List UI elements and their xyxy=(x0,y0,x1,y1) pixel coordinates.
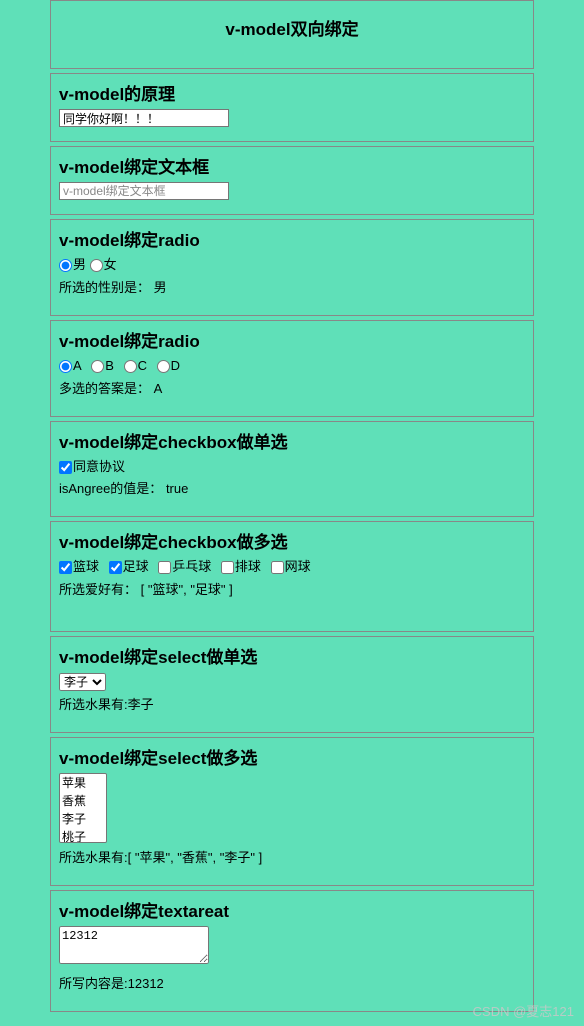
section-textarea: v-model绑定textareat 所写内容是:12312 xyxy=(50,890,534,1012)
label-c: C xyxy=(138,358,147,373)
agree-result-label: isAngree的值是： xyxy=(59,481,162,496)
radio-male[interactable] xyxy=(59,259,72,272)
option-peach[interactable]: 桃子 xyxy=(60,828,106,843)
fruit-single-label: 所选水果有: xyxy=(59,697,128,712)
textbox-input[interactable] xyxy=(59,182,229,200)
label-b: B xyxy=(105,358,114,373)
hobby-result-value: [ "篮球", "足球" ] xyxy=(141,582,233,597)
label-female: 女 xyxy=(104,257,117,272)
checkbox-tennis[interactable] xyxy=(271,561,284,574)
textarea-result-label: 所写内容是: xyxy=(59,976,128,991)
select-fruit-single[interactable]: 李子 xyxy=(59,673,106,691)
hobby-result-label: 所选爱好有： xyxy=(59,582,137,597)
label-football: 足球 xyxy=(123,559,149,574)
section-checkbox-multi: v-model绑定checkbox做多选 篮球 足球 乒乓球 排球 网球 所选爱… xyxy=(50,521,534,632)
select-fruit-multi[interactable]: 苹果 香蕉 李子 桃子 xyxy=(59,773,107,843)
heading-checkbox-multi: v-model绑定checkbox做多选 xyxy=(59,528,525,553)
gender-result-label: 所选的性别是： xyxy=(59,280,150,295)
label-tennis: 网球 xyxy=(285,559,311,574)
radio-d[interactable] xyxy=(157,360,170,373)
section-principle: v-model的原理 xyxy=(50,73,534,142)
heading-radio-answer: v-model绑定radio xyxy=(59,327,525,352)
textarea-input[interactable] xyxy=(59,926,209,964)
section-select-multi: v-model绑定select做多选 苹果 香蕉 李子 桃子 所选水果有:[ "… xyxy=(50,737,534,887)
checkbox-pingpong[interactable] xyxy=(158,561,171,574)
principle-input[interactable] xyxy=(59,109,229,127)
heading-select-multi: v-model绑定select做多选 xyxy=(59,744,525,769)
textarea-result-value: 12312 xyxy=(128,976,164,991)
label-d: D xyxy=(171,358,180,373)
page-title: v-model双向绑定 xyxy=(50,0,534,69)
label-agree: 同意协议 xyxy=(73,459,125,474)
heading-select-single: v-model绑定select做单选 xyxy=(59,643,525,668)
radio-a[interactable] xyxy=(59,360,72,373)
radio-b[interactable] xyxy=(91,360,104,373)
checkbox-volleyball[interactable] xyxy=(221,561,234,574)
option-banana[interactable]: 香蕉 xyxy=(60,792,106,810)
option-apple[interactable]: 苹果 xyxy=(60,774,106,792)
section-radio-answer: v-model绑定radio A B C D 多选的答案是： A xyxy=(50,320,534,417)
watermark: CSDN @夏志121 xyxy=(473,1001,574,1020)
heading-checkbox-single: v-model绑定checkbox做单选 xyxy=(59,428,525,453)
option-plum[interactable]: 李子 xyxy=(60,810,106,828)
checkbox-agree[interactable] xyxy=(59,461,72,474)
fruit-single-value: 李子 xyxy=(128,697,154,712)
heading-textbox: v-model绑定文本框 xyxy=(59,153,525,178)
heading-principle: v-model的原理 xyxy=(59,80,525,105)
heading-textarea: v-model绑定textareat xyxy=(59,897,525,922)
radio-female[interactable] xyxy=(90,259,103,272)
fruit-multi-label: 所选水果有: xyxy=(59,850,128,865)
label-volleyball: 排球 xyxy=(235,559,261,574)
section-radio-gender: v-model绑定radio 男 女 所选的性别是： 男 xyxy=(50,219,534,316)
gender-result-value: 男 xyxy=(154,280,167,295)
section-checkbox-single: v-model绑定checkbox做单选 同意协议 isAngree的值是： t… xyxy=(50,421,534,518)
section-textbox: v-model绑定文本框 xyxy=(50,146,534,215)
radio-c[interactable] xyxy=(124,360,137,373)
fruit-multi-value: [ "苹果", "香蕉", "李子" ] xyxy=(128,850,263,865)
agree-result-value: true xyxy=(166,481,188,496)
checkbox-basketball[interactable] xyxy=(59,561,72,574)
section-select-single: v-model绑定select做单选 李子 所选水果有:李子 xyxy=(50,636,534,733)
label-a: A xyxy=(73,358,82,373)
answer-result-label: 多选的答案是： xyxy=(59,381,150,396)
label-pingpong: 乒乓球 xyxy=(172,559,211,574)
checkbox-football[interactable] xyxy=(109,561,122,574)
label-basketball: 篮球 xyxy=(73,559,99,574)
label-male: 男 xyxy=(73,257,86,272)
heading-radio-gender: v-model绑定radio xyxy=(59,226,525,251)
answer-result-value: A xyxy=(154,381,163,396)
